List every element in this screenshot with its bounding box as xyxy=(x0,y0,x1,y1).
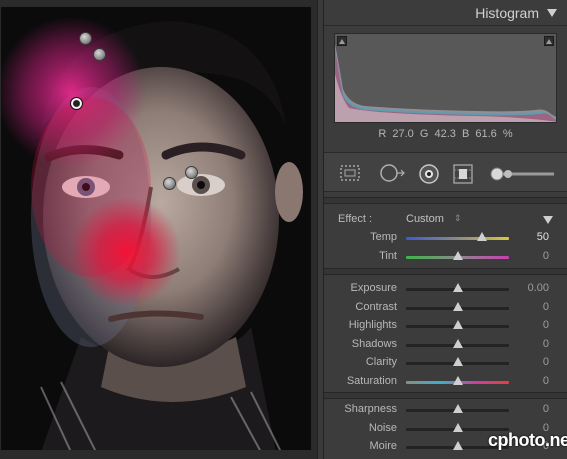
tint-slider-row: Tint 0 xyxy=(324,248,567,266)
effect-menu-triangle-icon[interactable] xyxy=(543,216,553,224)
watermark-text: cphoto.net xyxy=(488,430,567,450)
exposure-slider-row: Exposure 0.00 xyxy=(324,280,567,298)
noise-label: Noise xyxy=(368,421,397,434)
shadows-label: Shadows xyxy=(351,337,397,350)
tint-slider-thumb[interactable] xyxy=(452,250,463,260)
portrait-image xyxy=(1,7,311,450)
collapse-triangle-icon[interactable] xyxy=(547,8,557,17)
preset-arrows-icon[interactable]: ⇕ xyxy=(454,213,462,224)
clarity-label: Clarity xyxy=(365,356,397,368)
crop-overlay-icon[interactable] xyxy=(338,163,362,183)
clarity-value[interactable]: 0 xyxy=(543,356,549,368)
sharpness-slider-thumb[interactable] xyxy=(452,404,463,413)
effect-preset-dropdown[interactable]: Custom xyxy=(406,213,444,225)
section-separator xyxy=(324,197,567,204)
highlights-slider-thumb[interactable] xyxy=(452,320,463,329)
lightroom-window: Histogram R 27.0 G 42.3 B 61.6 % Effect … xyxy=(0,0,567,459)
graduated-filter-icon[interactable] xyxy=(452,163,474,185)
develop-panel: Histogram R 27.0 G 42.3 B 61.6 % Effect … xyxy=(324,0,567,459)
clarity-slider-thumb[interactable] xyxy=(452,357,463,366)
b-value: 61.6 xyxy=(475,128,497,140)
highlights-slider-row: Highlights 0 xyxy=(324,317,567,335)
saturation-slider-row: Saturation 0 xyxy=(324,373,567,391)
percent-unit: % xyxy=(502,128,513,140)
saturation-label: Saturation xyxy=(346,374,397,387)
section-separator xyxy=(324,268,567,275)
g-label: G xyxy=(419,128,429,140)
saturation-slider-thumb[interactable] xyxy=(452,375,463,385)
adjustment-brush-icon[interactable] xyxy=(488,163,558,185)
adjustment-pin[interactable] xyxy=(163,177,176,190)
highlights-label: Highlights xyxy=(348,319,397,331)
shadows-value[interactable]: 0 xyxy=(543,338,549,350)
adjustment-pin[interactable] xyxy=(79,32,92,45)
sharpness-label: Sharpness xyxy=(344,403,397,415)
exposure-value[interactable]: 0.00 xyxy=(528,282,549,294)
active-adjustment-pin[interactable] xyxy=(70,97,83,110)
photo-canvas[interactable] xyxy=(0,0,317,459)
temp-slider-track[interactable] xyxy=(406,237,509,240)
adjustment-pin[interactable] xyxy=(93,48,106,61)
sharpness-value[interactable]: 0 xyxy=(543,403,549,415)
exposure-label: Exposure xyxy=(350,282,397,294)
contrast-slider-row: Contrast 0 xyxy=(324,299,567,317)
temp-slider-thumb[interactable] xyxy=(477,232,488,241)
contrast-slider-thumb[interactable] xyxy=(452,301,463,311)
r-value: 27.0 xyxy=(392,128,414,140)
saturation-value[interactable]: 0 xyxy=(543,375,549,387)
histogram-curve xyxy=(335,44,556,122)
b-label: B xyxy=(461,128,470,140)
exposure-slider-thumb[interactable] xyxy=(452,283,463,292)
tint-value[interactable]: 0 xyxy=(543,250,549,262)
g-value: 42.3 xyxy=(434,128,456,140)
rgb-readout: R 27.0 G 42.3 B 61.6 % xyxy=(324,128,567,140)
contrast-value[interactable]: 0 xyxy=(543,301,549,313)
moire-label: Moire xyxy=(369,440,397,452)
adjustment-pin[interactable] xyxy=(185,166,198,179)
shadow-clipping-warning-icon[interactable] xyxy=(337,36,347,46)
effect-label: Effect : xyxy=(338,213,373,225)
shadows-slider-thumb[interactable] xyxy=(452,338,463,348)
contrast-label: Contrast xyxy=(355,300,397,313)
effect-row: Effect : Custom ⇕ xyxy=(324,211,567,229)
highlight-clipping-warning-icon[interactable] xyxy=(544,36,554,46)
temp-slider-row: Temp 50 xyxy=(324,229,567,247)
sharpness-slider-row: Sharpness 0 xyxy=(324,401,567,419)
portrait-photo[interactable] xyxy=(0,6,312,451)
histogram-header[interactable]: Histogram xyxy=(324,0,567,26)
temp-value[interactable]: 50 xyxy=(537,231,549,243)
highlights-value[interactable]: 0 xyxy=(543,319,549,331)
red-eye-icon[interactable] xyxy=(418,163,440,185)
tool-strip xyxy=(324,152,567,192)
noise-slider-thumb[interactable] xyxy=(452,422,463,432)
histogram-graph xyxy=(334,33,557,123)
r-label: R xyxy=(378,128,387,140)
panel-divider[interactable] xyxy=(317,0,324,459)
tint-label: Tint xyxy=(379,249,397,262)
histogram-title: Histogram xyxy=(475,4,539,21)
moire-slider-thumb[interactable] xyxy=(452,441,463,450)
shadows-slider-row: Shadows 0 xyxy=(324,336,567,354)
temp-label: Temp xyxy=(370,231,397,243)
spot-removal-icon[interactable] xyxy=(378,163,406,183)
clarity-slider-row: Clarity 0 xyxy=(324,354,567,372)
section-separator xyxy=(324,392,567,399)
